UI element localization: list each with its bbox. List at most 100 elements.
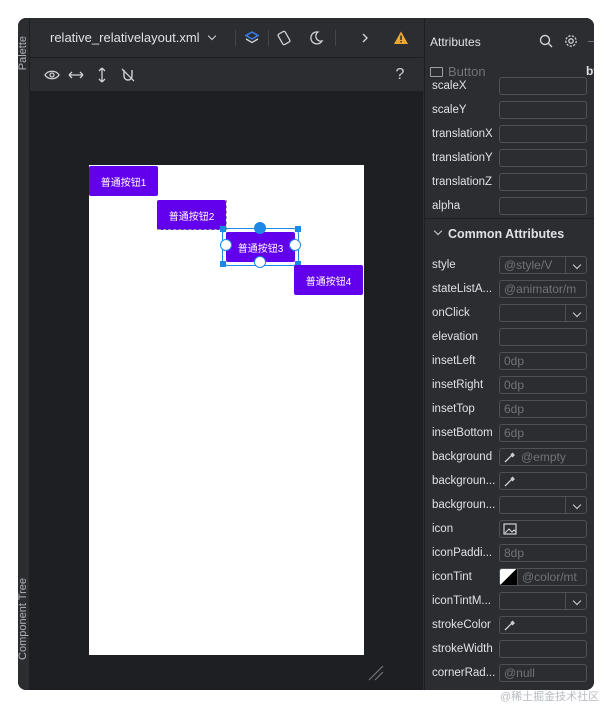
toolbar-divider <box>235 30 236 46</box>
constraint-anchor-top[interactable] <box>254 222 266 234</box>
attribute-value-field[interactable]: 0dp <box>499 352 587 370</box>
resize-handle[interactable] <box>295 226 301 232</box>
attribute-value-field[interactable] <box>499 149 587 167</box>
attribute-value: @null <box>504 666 535 680</box>
attribute-value-field[interactable] <box>499 496 587 514</box>
arrows-vertical-icon[interactable] <box>92 65 112 85</box>
attribute-value: @color/mt <box>522 570 577 584</box>
attribute-row: stateListA... @animator/m <box>425 277 594 301</box>
attribute-value-field[interactable]: @null <box>499 664 587 682</box>
attribute-row: cornerRad... @null <box>425 661 594 685</box>
image-icon[interactable] <box>503 523 517 535</box>
attribute-value-field[interactable] <box>499 101 587 119</box>
attribute-row: insetBottom 6dp <box>425 421 594 445</box>
attribute-value-field[interactable]: @style/V <box>499 256 587 274</box>
common-attributes-header[interactable]: Common Attributes <box>425 218 594 248</box>
attribute-label: insetBottom <box>432 427 493 439</box>
constraint-anchor-bottom[interactable] <box>254 256 266 268</box>
file-selector[interactable]: relative_relativelayout.xml <box>50 30 217 45</box>
attribute-value-field[interactable] <box>499 197 587 215</box>
attribute-row: translationZ <box>425 170 594 194</box>
attribute-label: cornerRad... <box>432 667 496 679</box>
dropdown-divider <box>565 305 566 321</box>
attribute-label: strokeColor <box>432 619 491 631</box>
gear-icon[interactable] <box>564 34 578 51</box>
attribute-value-field[interactable] <box>499 77 587 95</box>
attribute-value-field[interactable]: @empty <box>499 448 587 466</box>
watermark: @稀土掘金技术社区 <box>500 691 600 703</box>
resize-handle[interactable] <box>220 261 226 267</box>
night-mode-icon[interactable] <box>306 28 326 48</box>
color-swatch-icon[interactable] <box>500 569 518 585</box>
attribute-row: scaleX <box>425 74 594 98</box>
search-icon[interactable] <box>539 34 553 51</box>
constraint-anchor-right[interactable] <box>289 239 301 251</box>
attribute-value-field[interactable]: 6dp <box>499 400 587 418</box>
attribute-value-field[interactable] <box>499 304 587 322</box>
attribute-label: iconTint <box>432 571 472 583</box>
attribute-label: background <box>432 451 493 463</box>
attribute-value: @animator/m <box>504 282 577 296</box>
warning-icon[interactable] <box>391 28 411 48</box>
attribute-label: translationY <box>432 152 493 164</box>
eyedropper-icon[interactable] <box>503 474 517 488</box>
attribute-label: strokeWidth <box>432 643 493 655</box>
attribute-value-field[interactable]: 8dp <box>499 544 587 562</box>
attribute-value: 0dp <box>504 354 525 368</box>
attribute-value-field[interactable] <box>499 520 587 538</box>
attribute-value-field[interactable] <box>499 173 587 191</box>
attribute-value-field[interactable]: @color/mt <box>499 568 587 586</box>
chevron-right-icon[interactable] <box>355 28 375 48</box>
palette-tab[interactable]: Palette <box>18 36 29 70</box>
help-icon[interactable]: ? <box>390 65 410 85</box>
attribute-label: insetLeft <box>432 355 476 367</box>
attribute-value: @style/V <box>504 258 553 272</box>
attribute-value-field[interactable] <box>499 640 587 658</box>
attribute-value-field[interactable] <box>499 592 587 610</box>
attribute-row: backgroun... <box>425 493 594 517</box>
attribute-value-field[interactable] <box>499 328 587 346</box>
attribute-value-field[interactable] <box>499 616 587 634</box>
eyedropper-icon[interactable] <box>503 618 517 632</box>
attribute-value-field[interactable]: @animator/m <box>499 280 587 298</box>
attribute-label: translationX <box>432 128 493 140</box>
attribute-label: insetRight <box>432 379 484 391</box>
attribute-value-field[interactable] <box>499 472 587 490</box>
attribute-value-field[interactable]: 6dp <box>499 424 587 442</box>
device-screen: 普通按钮1 普通按钮2 普通按钮3 普通按钮4 <box>89 165 364 655</box>
arrows-horizontal-icon[interactable] <box>66 65 86 85</box>
dropdown-divider <box>565 593 566 609</box>
button-4[interactable]: 普通按钮4 <box>294 265 363 295</box>
attribute-label: backgroun... <box>432 475 496 487</box>
component-tree-tab[interactable]: Component Tree <box>18 578 29 660</box>
attribute-label: style <box>432 259 456 271</box>
file-name: relative_relativelayout.xml <box>50 30 200 45</box>
attribute-row: onClick <box>425 301 594 325</box>
resize-handle[interactable] <box>220 226 226 232</box>
attribute-label: scaleX <box>432 80 467 92</box>
attribute-row: elevation <box>425 325 594 349</box>
attribute-value-field[interactable]: 0dp <box>499 376 587 394</box>
eye-icon[interactable] <box>42 65 62 85</box>
resize-corner-icon[interactable] <box>365 662 385 682</box>
attribute-value-field[interactable] <box>499 125 587 143</box>
rotate-icon[interactable] <box>274 28 294 48</box>
attribute-value: 6dp <box>504 426 525 440</box>
eyedropper-icon[interactable] <box>503 450 517 464</box>
attribute-label: translationZ <box>432 176 493 188</box>
attribute-label: iconPaddi... <box>432 547 493 559</box>
attribute-row: iconPaddi... 8dp <box>425 541 594 565</box>
attribute-value: 0dp <box>504 378 525 392</box>
constraint-anchor-left[interactable] <box>220 239 232 251</box>
attribute-row: style @style/V <box>425 253 594 277</box>
button-1[interactable]: 普通按钮1 <box>89 166 158 196</box>
constraint-guide <box>226 200 227 235</box>
button-2[interactable]: 普通按钮2 <box>157 200 226 230</box>
attribute-row: strokeColor <box>425 613 594 637</box>
left-tool-strip: Palette Component Tree <box>18 18 30 690</box>
design-toolbar: ? <box>30 58 423 92</box>
layers-icon[interactable] <box>242 28 262 48</box>
minimize-icon[interactable] <box>588 41 594 42</box>
dropdown-divider <box>565 257 566 273</box>
magnet-off-icon[interactable] <box>118 65 138 85</box>
